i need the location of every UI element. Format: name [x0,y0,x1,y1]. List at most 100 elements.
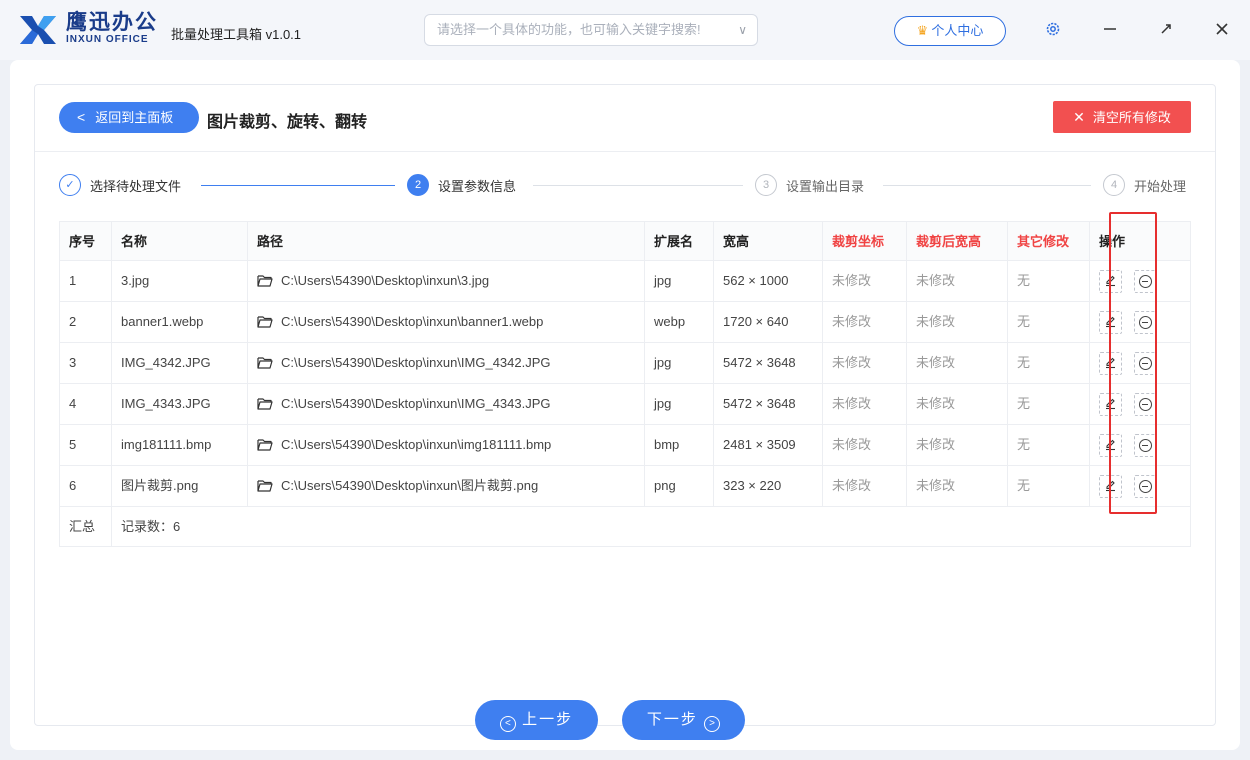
file-ext: webp [644,302,713,342]
edit-button[interactable] [1099,352,1122,375]
x-icon: ✕ [1073,109,1085,125]
image-size: 5472 × 3648 [713,343,822,383]
main-panel: < 返回到主面板 图片裁剪、旋转、翻转 ✕ 清空所有修改 ✓ 选择待处理文件 2 设… [10,60,1240,750]
folder-icon[interactable] [257,274,273,287]
crop-size: 未修改 [906,425,1007,465]
close-icon[interactable] [1210,18,1234,42]
table-row: 6 图片裁剪.png C:\Users\54390\Desktop\inxun\图片… [59,466,1191,507]
folder-icon[interactable] [257,356,273,369]
folder-icon[interactable] [257,315,273,328]
maximize-icon[interactable] [1154,18,1178,42]
remove-button[interactable] [1134,475,1157,498]
chevron-left-circle-icon: < [499,716,516,732]
crop-coord: 未修改 [822,261,906,301]
title-bar: 鹰迅办公 INXUN OFFICE 批量处理工具箱 v1.0.1 请选择一个具体… [0,0,1250,60]
crop-size-text: 未修改 [916,437,956,452]
crop-coord: 未修改 [822,343,906,383]
crop-coord-text: 未修改 [832,355,872,370]
action-cell [1089,261,1191,301]
row-index-text: 5 [69,437,77,452]
remove-button[interactable] [1134,434,1157,457]
prev-label: 上一步 [522,711,574,728]
remove-button[interactable] [1134,352,1157,375]
chevron-down-icon[interactable]: ∨ [738,15,747,45]
crop-size-text: 未修改 [916,355,956,370]
image-size: 1720 × 640 [713,302,822,342]
remove-button[interactable] [1134,393,1157,416]
step-connector [533,185,743,186]
search-input[interactable]: 请选择一个具体的功能，也可输入关键字搜索! ∨ [424,14,758,46]
file-ext-text: bmp [654,437,680,452]
back-label: 返回到主面板 [95,110,174,125]
file-name: 3.jpg [111,261,247,301]
edit-button[interactable] [1099,311,1122,334]
remove-button[interactable] [1134,270,1157,293]
edit-button[interactable] [1099,475,1122,498]
crop-size-text: 未修改 [916,273,956,288]
image-size-text: 5472 × 3648 [723,396,796,411]
other-changes: 无 [1007,343,1089,383]
row-index: 5 [59,425,111,465]
back-to-main-button[interactable]: < 返回到主面板 [59,102,199,133]
row-index: 6 [59,466,111,506]
file-name: banner1.webp [111,302,247,342]
file-path-text: C:\Users\54390\Desktop\inxun\img181111.b… [281,437,552,452]
folder-icon[interactable] [257,438,273,451]
other-changes: 无 [1007,302,1089,342]
other-changes-text: 无 [1017,396,1031,411]
minus-circle-icon [1139,398,1152,411]
file-ext-text: png [654,478,676,493]
clear-all-changes-button[interactable]: ✕ 清空所有修改 [1053,101,1191,133]
step-start-processing: 4 开始处理 [1103,173,1186,197]
check-icon: ✓ [59,174,81,196]
table-row: 3 IMG_4342.JPG C:\Users\54390\Desktop\inxu… [59,343,1191,384]
file-name-text: IMG_4343.JPG [121,396,211,411]
folder-icon[interactable] [257,479,273,492]
divider [35,151,1215,152]
action-cell [1089,343,1191,383]
app-title: 批量处理工具箱 v1.0.1 [171,27,302,42]
table-row: 1 3.jpg C:\Users\54390\Desktop\inxun\3.jpg… [59,261,1191,302]
file-name-text: IMG_4342.JPG [121,355,211,370]
user-center-label: 个人中心 [931,23,984,38]
edit-button[interactable] [1099,393,1122,416]
file-ext-text: jpg [654,273,672,288]
file-name: IMG_4343.JPG [111,384,247,424]
file-path: C:\Users\54390\Desktop\inxun\图片裁剪.png [247,466,644,506]
step-label: 设置输出目录 [786,178,865,194]
minimize-icon[interactable] [1098,18,1122,42]
file-name-text: img181111.bmp [121,437,212,452]
other-changes: 无 [1007,261,1089,301]
other-changes-text: 无 [1017,478,1031,493]
file-name: img181111.bmp [111,425,247,465]
step-number: 2 [407,174,429,196]
minus-circle-icon [1139,480,1152,493]
step-select-files: ✓ 选择待处理文件 [59,173,181,197]
prev-step-button[interactable]: < 上一步 [475,700,598,740]
folder-icon[interactable] [257,397,273,410]
next-step-button[interactable]: 下一步 > [622,700,745,740]
user-center-button[interactable]: ♛ 个人中心 [894,16,1006,46]
other-changes: 无 [1007,466,1089,506]
crop-coord-text: 未修改 [832,437,872,452]
header-action: 操作 [1089,222,1191,260]
remove-button[interactable] [1134,311,1157,334]
other-changes-text: 无 [1017,273,1031,288]
step-connector [201,185,395,186]
minus-circle-icon [1139,439,1152,452]
edit-button[interactable] [1099,270,1122,293]
edit-button[interactable] [1099,434,1122,457]
pencil-icon [1106,398,1115,410]
file-path-text: C:\Users\54390\Desktop\inxun\banner1.web… [281,314,544,329]
file-ext: bmp [644,425,713,465]
image-size: 5472 × 3648 [713,384,822,424]
row-index: 3 [59,343,111,383]
header-other: 其它修改 [1007,222,1089,260]
file-name-text: 图片裁剪.png [121,478,199,493]
minus-circle-icon [1139,316,1152,329]
file-path: C:\Users\54390\Desktop\inxun\img181111.b… [247,425,644,465]
action-cell [1089,384,1191,424]
file-path-text: C:\Users\54390\Desktop\inxun\3.jpg [281,273,490,288]
summary-row: 汇总 记录数：6 [59,507,1191,547]
gear-icon[interactable] [1041,18,1065,42]
